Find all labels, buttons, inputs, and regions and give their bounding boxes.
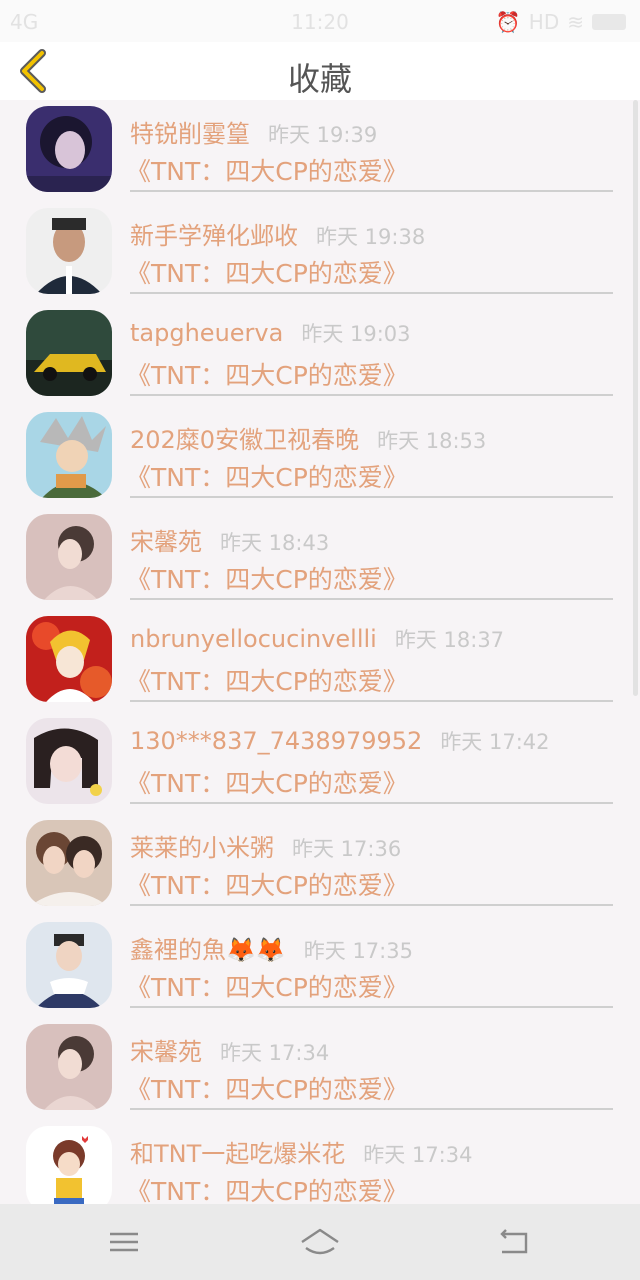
avatar: [26, 922, 112, 1008]
divider: [130, 700, 613, 702]
user-name: 130***837_7438979952 昨天 17:42: [130, 727, 550, 755]
timestamp: 昨天 18:37: [394, 628, 505, 652]
avatar: [26, 718, 112, 804]
return-button[interactable]: [496, 1222, 536, 1262]
system-nav-bar: [0, 1204, 640, 1280]
book-title: 《TNT：四大CP的恋爱》: [126, 973, 408, 1002]
avatar: [26, 412, 112, 498]
divider: [130, 598, 613, 600]
avatar: [26, 1024, 112, 1110]
home-icon: [301, 1228, 339, 1255]
page-title: 收藏: [287, 60, 352, 98]
user-name: 新手学殚化邺收 昨天 19:38: [130, 222, 426, 250]
list-item[interactable]: tapgheuerva 昨天 19:03 《TNT：四大CP的恋爱》: [0, 304, 640, 406]
user-name: nbrunyellocucinvellli 昨天 18:37: [130, 625, 505, 653]
avatar: [26, 1126, 112, 1204]
timestamp: 昨天 17:35: [303, 939, 413, 963]
timestamp: 昨天 18:43: [220, 531, 330, 555]
divider: [130, 394, 613, 396]
chevron-left-icon: [20, 49, 46, 93]
user-name: 和TNT一起吃爆米花 昨天 17:34: [130, 1140, 473, 1168]
avatar: [26, 106, 112, 192]
user-name: 宋馨苑 昨天 18:43: [130, 528, 330, 556]
book-title: 《TNT：四大CP的恋爱》: [126, 463, 408, 492]
divider: [130, 1108, 613, 1110]
list-item[interactable]: 130***837_7438979952 昨天 17:42 《TNT：四大CP的恋…: [0, 712, 640, 814]
wifi-icon: ≋: [567, 10, 584, 34]
timestamp: 昨天 17:36: [292, 837, 402, 861]
favorites-list: 特锐削霎篁 昨天 19:39 《TNT：四大CP的恋爱》 新手学殚化邺收 昨天 19…: [0, 100, 640, 1204]
list-item[interactable]: 202糜0安徽卫视春晚 昨天 18:53 《TNT：四大CP的恋爱》: [0, 406, 640, 508]
status-icons: ⏰ HD ≋: [496, 10, 626, 34]
book-title: 《TNT：四大CP的恋爱》: [126, 871, 408, 900]
list-item[interactable]: nbrunyellocucinvellli 昨天 18:37 《TNT：四大CP的…: [0, 610, 640, 712]
list-item[interactable]: 新手学殚化邺收 昨天 19:38 《TNT：四大CP的恋爱》: [0, 202, 640, 304]
book-title: 《TNT：四大CP的恋爱》: [126, 157, 408, 186]
book-title: 《TNT：四大CP的恋爱》: [126, 667, 408, 696]
user-name: 202糜0安徽卫视春晚 昨天 18:53: [130, 426, 487, 454]
user-name: 宋馨苑 昨天 17:34: [130, 1038, 330, 1066]
divider: [130, 1006, 613, 1008]
menu-icon: [110, 1232, 138, 1252]
book-title: 《TNT：四大CP的恋爱》: [126, 361, 408, 390]
avatar: [26, 514, 112, 600]
timestamp: 昨天 19:38: [316, 225, 426, 249]
divider: [130, 496, 613, 498]
book-title: 《TNT：四大CP的恋爱》: [126, 1177, 408, 1204]
book-title: 《TNT：四大CP的恋爱》: [126, 1075, 408, 1104]
divider: [130, 802, 613, 804]
timestamp: 昨天 17:34: [363, 1143, 473, 1167]
book-title: 《TNT：四大CP的恋爱》: [126, 769, 408, 798]
list-item[interactable]: 宋馨苑 昨天 18:43 《TNT：四大CP的恋爱》: [0, 508, 640, 610]
menu-button[interactable]: [104, 1222, 144, 1262]
book-title: 《TNT：四大CP的恋爱》: [126, 565, 408, 594]
divider: [130, 190, 613, 192]
list-item[interactable]: 鑫裡的魚🦊🦊 昨天 17:35 《TNT：四大CP的恋爱》: [0, 916, 640, 1018]
book-title: 《TNT：四大CP的恋爱》: [126, 259, 408, 288]
back-button[interactable]: [14, 48, 58, 94]
header: 收藏: [0, 42, 640, 100]
battery-icon: [592, 14, 626, 30]
scrollbar[interactable]: [633, 100, 638, 696]
timestamp: 昨天 18:53: [377, 429, 487, 453]
avatar: [26, 616, 112, 702]
timestamp: 昨天 17:34: [220, 1041, 330, 1065]
list-item[interactable]: 宋馨苑 昨天 17:34 《TNT：四大CP的恋爱》: [0, 1018, 640, 1120]
list-item[interactable]: 莱莱的小米粥 昨天 17:36 《TNT：四大CP的恋爱》: [0, 814, 640, 916]
divider: [130, 292, 613, 294]
avatar: [26, 208, 112, 294]
timestamp: 昨天 19:39: [268, 123, 378, 147]
avatar: [26, 820, 112, 906]
user-name: 莱莱的小米粥 昨天 17:36: [130, 834, 402, 862]
network-label: HD: [528, 10, 560, 34]
alarm-icon: ⏰: [495, 10, 521, 34]
list-item[interactable]: 特锐削霎篁 昨天 19:39 《TNT：四大CP的恋爱》: [0, 100, 640, 202]
avatar: [26, 310, 112, 396]
timestamp: 昨天 19:03: [301, 322, 411, 346]
user-name: 特锐削霎篁 昨天 19:39: [130, 120, 378, 148]
home-button[interactable]: [298, 1222, 342, 1262]
timestamp: 昨天 17:42: [440, 730, 550, 754]
list-item[interactable]: 和TNT一起吃爆米花 昨天 17:34 《TNT：四大CP的恋爱》: [0, 1120, 640, 1204]
divider: [130, 904, 613, 906]
status-bar: 4G 11:20 ⏰ HD ≋: [0, 0, 640, 42]
user-name: tapgheuerva 昨天 19:03: [130, 319, 411, 347]
user-name: 鑫裡的魚🦊🦊 昨天 17:35: [130, 936, 413, 964]
return-icon: [500, 1229, 528, 1254]
